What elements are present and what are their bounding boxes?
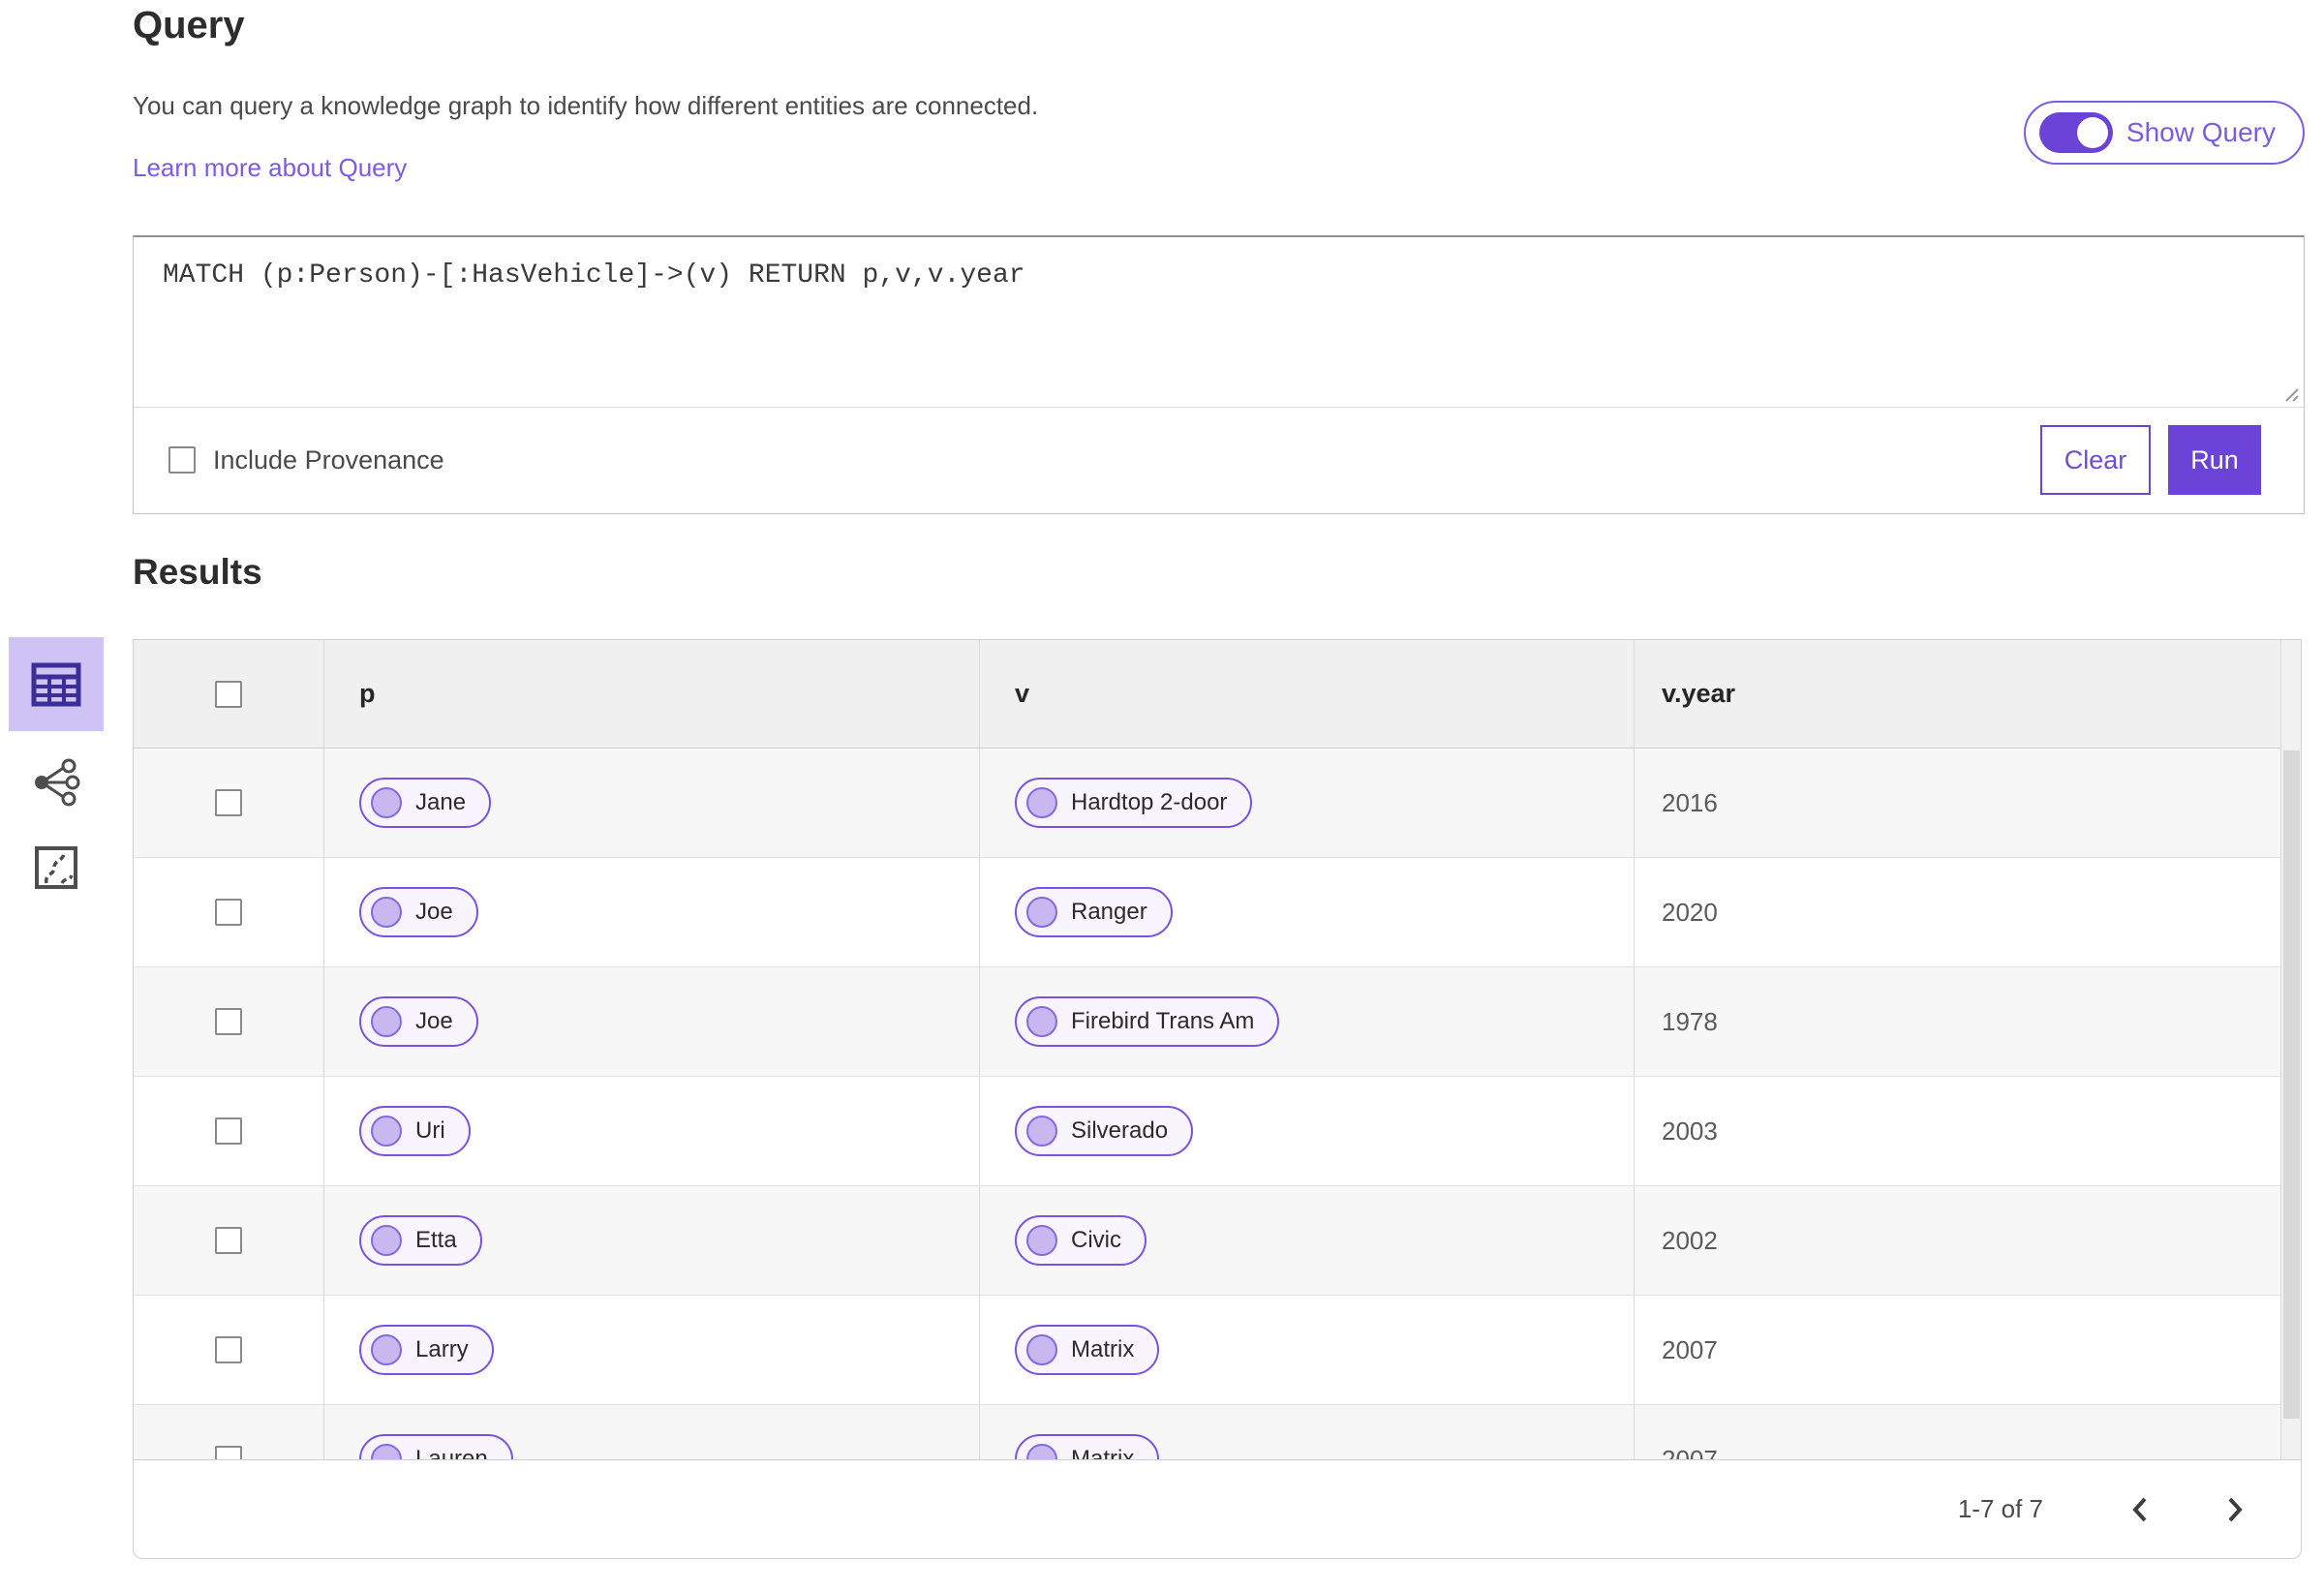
year-value: 2016 [1662,787,1718,817]
table-header-row: p v v.year [134,640,2301,749]
vehicle-node-pill[interactable]: Matrix [1015,1434,1160,1459]
node-icon [1026,1444,1057,1459]
person-node-pill[interactable]: Larry [359,1325,494,1375]
row-checkbox[interactable] [215,789,242,816]
person-node-pill[interactable]: Jane [359,778,492,828]
node-icon [371,1334,402,1365]
main-content: Query You can query a knowledge graph to… [133,0,2305,1591]
include-provenance-label: Include Provenance [213,444,444,474]
table-row: Larry Matrix 2007 [134,1296,2301,1405]
run-button[interactable]: Run [2168,425,2261,495]
pagination-bar: 1-7 of 7 [133,1459,2302,1559]
year-value: 2007 [1662,1334,1718,1364]
node-icon [1026,1334,1057,1365]
vehicle-node-pill[interactable]: Firebird Trans Am [1015,996,1280,1047]
table-row: Jane Hardtop 2-door 2016 [134,749,2301,858]
column-header-vyear: v.year [1662,679,1736,708]
graph-view-button[interactable] [9,749,104,816]
results-table: p v v.year Jane Hardtop 2-door 2016 Joe … [133,639,2302,1459]
vehicle-node-pill[interactable]: Civic [1015,1215,1147,1266]
row-checkbox[interactable] [215,899,242,926]
map-view-button[interactable] [9,834,104,902]
results-title: Results [133,552,262,592]
node-icon [1026,897,1057,928]
row-checkbox[interactable] [215,1117,242,1145]
column-header-p: p [359,679,376,708]
row-checkbox[interactable] [215,1446,242,1459]
include-provenance-checkbox[interactable] [168,446,196,474]
node-icon [1026,1006,1057,1037]
node-icon [1026,1225,1057,1256]
show-query-label: Show Query [2125,117,2276,147]
year-value: 1978 [1662,1006,1718,1036]
table-view-button[interactable] [9,637,104,731]
vehicle-node-pill[interactable]: Ranger [1015,887,1173,937]
year-value: 2007 [1662,1444,1718,1460]
vehicle-node-pill[interactable]: Matrix [1015,1325,1160,1375]
node-icon [371,1116,402,1147]
select-all-checkbox[interactable] [215,680,242,708]
table-view-icon [31,662,81,706]
toggle-knob [2076,117,2108,148]
row-checkbox[interactable] [215,1336,242,1363]
year-value: 2002 [1662,1225,1718,1255]
year-value: 2003 [1662,1116,1718,1146]
table-row: Joe Ranger 2020 [134,858,2301,967]
node-icon [371,897,402,928]
query-description: You can query a knowledge graph to ident… [133,91,1039,120]
pagination-prev-button[interactable] [2119,1488,2161,1531]
table-row: Lauren Matrix 2007 [134,1405,2301,1459]
column-header-v: v [1015,679,1030,708]
query-text: MATCH (p:Person)-[:HasVehicle]->(v) RETU… [163,260,1025,291]
include-provenance-row: Include Provenance [168,445,444,475]
clear-button[interactable]: Clear [2040,425,2151,495]
query-actions: Clear Run [2040,425,2261,495]
map-view-icon [35,846,77,889]
row-checkbox[interactable] [215,1008,242,1035]
toggle-switch-on-icon [2038,112,2113,153]
node-icon [371,1225,402,1256]
table-body: Jane Hardtop 2-door 2016 Joe Ranger 2020… [134,749,2301,1459]
year-value: 2020 [1662,897,1718,927]
table-row: Uri Silverado 2003 [134,1077,2301,1186]
view-switcher-sidebar [8,637,105,902]
learn-more-link[interactable]: Learn more about Query [133,153,407,183]
query-panel: MATCH (p:Person)-[:HasVehicle]->(v) RETU… [133,235,2305,514]
person-node-pill[interactable]: Joe [359,887,478,937]
vehicle-node-pill[interactable]: Silverado [1015,1106,1194,1156]
query-editor-textarea[interactable]: MATCH (p:Person)-[:HasVehicle]->(v) RETU… [134,237,2304,408]
node-icon [371,1006,402,1037]
node-icon [1026,787,1057,818]
pagination-range: 1-7 of 7 [1957,1494,2043,1523]
table-row: Joe Firebird Trans Am 1978 [134,967,2301,1077]
row-checkbox[interactable] [215,1227,242,1254]
chevron-left-icon [2132,1497,2147,1521]
node-icon [371,787,402,818]
person-node-pill[interactable]: Uri [359,1106,471,1156]
query-panel-footer: Include Provenance Clear Run [134,408,2304,512]
table-row: Etta Civic 2002 [134,1186,2301,1296]
resize-handle-icon[interactable] [2280,383,2300,403]
scrollbar-thumb[interactable] [2283,750,2300,1419]
page-title: Query [133,4,245,46]
vehicle-node-pill[interactable]: Hardtop 2-door [1015,778,1253,828]
show-query-toggle[interactable]: Show Query [2023,101,2305,165]
knowledge-graph-query-page: Query You can query a knowledge graph to… [0,0,2324,1591]
graph-view-icon [35,758,80,807]
pagination-next-button[interactable] [2214,1488,2256,1531]
table-scrollbar[interactable] [2280,640,2301,1459]
person-node-pill[interactable]: Lauren [359,1434,513,1459]
chevron-right-icon [2228,1497,2243,1521]
node-icon [371,1444,402,1459]
person-node-pill[interactable]: Joe [359,996,478,1047]
node-icon [1026,1116,1057,1147]
person-node-pill[interactable]: Etta [359,1215,482,1266]
